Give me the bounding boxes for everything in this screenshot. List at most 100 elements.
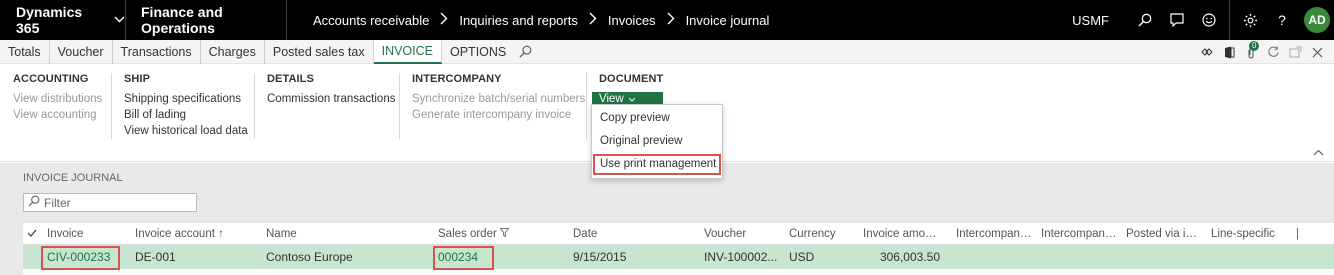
commission-transactions-button[interactable]: Commission transactions [267, 91, 395, 107]
column-header-truncated: | [1296, 227, 1299, 240]
column-header-invoice-account[interactable]: Invoice account ↑ [127, 228, 258, 240]
column-header-sales-order[interactable]: Sales order [434, 228, 565, 240]
highlight-box-invoice [41, 246, 120, 270]
attachments-icon[interactable]: 0 [1240, 40, 1262, 64]
invoice-amount-cell[interactable]: 306,003.50 [863, 250, 948, 264]
group-intercompany: INTERCOMPANY Synchronize batch/serial nu… [412, 73, 585, 123]
module-name: Finance and Operations [126, 0, 287, 40]
grid-header-row: Invoice Invoice account ↑ Name Sales ord… [23, 223, 1334, 245]
invoice-journal-grid: Invoice Invoice account ↑ Name Sales ord… [23, 223, 1334, 275]
app-switcher[interactable]: Dynamics 365 [0, 0, 126, 40]
chevron-right-icon [667, 12, 675, 29]
filter-placeholder: Filter [44, 195, 71, 210]
column-header-line-specific[interactable]: Line-specific [1203, 228, 1288, 240]
group-header: DETAILS [267, 73, 314, 85]
divider [111, 73, 112, 139]
menu-item-use-print-management[interactable]: Use print management [592, 153, 722, 176]
page-title: INVOICE JOURNAL [23, 172, 123, 184]
tab-invoice[interactable]: INVOICE [373, 39, 442, 64]
column-header-invoice-amount[interactable]: Invoice amount [863, 228, 948, 240]
column-header-currency[interactable]: Currency [781, 228, 863, 240]
divider [254, 73, 255, 139]
column-header-date[interactable]: Date [565, 228, 696, 240]
generate-intercompany-invoice-button[interactable]: Generate intercompany invoice [412, 107, 585, 123]
message-icon[interactable] [1161, 0, 1193, 40]
column-header-label: Invoice account [135, 227, 215, 240]
tab-totals[interactable]: Totals [0, 39, 50, 64]
tab-posted-sales-tax[interactable]: Posted sales tax [265, 39, 374, 64]
group-document: DOCUMENT View [592, 73, 664, 107]
bill-of-lading-button[interactable]: Bill of lading [124, 107, 248, 123]
divider [586, 73, 587, 139]
group-header: INTERCOMPANY [412, 73, 502, 85]
column-header-voucher[interactable]: Voucher [696, 228, 781, 240]
group-header: ACCOUNTING [13, 73, 89, 85]
filter-funnel-icon [499, 227, 510, 240]
column-header-intercompany-2[interactable]: Intercompany... [1033, 228, 1118, 240]
customer-name-cell[interactable]: Contoso Europe [258, 250, 434, 264]
synchronize-batch-serial-numbers-button[interactable]: Synchronize batch/serial numbers [412, 91, 585, 107]
view-historical-load-data-button[interactable]: View historical load data [124, 123, 248, 139]
action-pane-tabs: Totals Voucher Transactions Charges Post… [0, 39, 1334, 64]
breadcrumb-item[interactable]: Invoices [608, 13, 656, 28]
avatar[interactable]: AD [1304, 7, 1330, 33]
tab-charges[interactable]: Charges [201, 39, 265, 64]
column-header-invoice[interactable]: Invoice [41, 228, 127, 240]
view-accounting-button[interactable]: View accounting [13, 107, 102, 123]
date-cell[interactable]: 9/15/2015 [565, 250, 696, 264]
column-header-posted-via-intercompany[interactable]: Posted via int... [1118, 228, 1203, 240]
tab-options[interactable]: OPTIONS [442, 40, 514, 64]
breadcrumb: Accounts receivable Inquiries and report… [287, 0, 769, 40]
column-header-name[interactable]: Name [258, 228, 434, 240]
shipping-specifications-button[interactable]: Shipping specifications [124, 91, 248, 107]
notification-count-badge: 0 [1249, 41, 1260, 51]
currency-cell[interactable]: USD [781, 250, 863, 264]
topbar-actions: USMF ? AD [1072, 0, 1334, 40]
refresh-icon[interactable] [1262, 40, 1284, 64]
chevron-down-icon [628, 94, 636, 104]
column-header-label: Sales order [438, 227, 497, 240]
gear-icon[interactable] [1234, 0, 1266, 40]
connector-icon[interactable] [1196, 40, 1218, 64]
office-icon[interactable] [1218, 40, 1240, 64]
divider [1229, 0, 1230, 40]
group-header: SHIP [124, 73, 151, 85]
collapse-ribbon-icon[interactable] [1313, 148, 1324, 159]
menu-item-copy-preview[interactable]: Copy preview [592, 107, 722, 130]
tab-voucher[interactable]: Voucher [50, 39, 113, 64]
view-dropdown-menu: Copy preview Original preview Use print … [591, 104, 723, 179]
breadcrumb-item[interactable]: Accounts receivable [313, 13, 429, 28]
search-icon[interactable] [514, 40, 536, 64]
close-icon[interactable] [1306, 40, 1328, 64]
top-navigation-bar: Dynamics 365 Finance and Operations Acco… [0, 0, 1334, 40]
group-ship: SHIP Shipping specifications Bill of lad… [124, 73, 248, 139]
divider [399, 73, 400, 139]
select-all-checkbox[interactable] [23, 228, 41, 240]
chevron-down-icon [114, 14, 125, 26]
search-icon[interactable] [1129, 0, 1161, 40]
breadcrumb-item[interactable]: Invoice journal [686, 13, 770, 28]
group-details: DETAILS Commission transactions [267, 73, 395, 107]
company-picker[interactable]: USMF [1072, 13, 1109, 28]
group-accounting: ACCOUNTING View distributions View accou… [13, 73, 102, 123]
menu-item-original-preview[interactable]: Original preview [592, 130, 722, 153]
search-icon [28, 195, 40, 210]
column-header-intercompany-1[interactable]: Intercompany... [948, 228, 1033, 240]
invoice-account-cell[interactable]: DE-001 [127, 250, 258, 264]
group-header: DOCUMENT [599, 73, 664, 85]
breadcrumb-item[interactable]: Inquiries and reports [459, 13, 578, 28]
table-row[interactable]: CIV-000233 DE-001 Contoso Europe 000234 … [23, 245, 1334, 269]
highlight-box-sales-order [433, 246, 494, 270]
chevron-right-icon [440, 12, 448, 29]
tab-transactions[interactable]: Transactions [113, 39, 201, 64]
chevron-right-icon [589, 12, 597, 29]
sort-ascending-icon: ↑ [218, 227, 224, 240]
app-name: Dynamics 365 [16, 4, 83, 36]
help-icon[interactable]: ? [1266, 0, 1298, 40]
main-content: INVOICE JOURNAL Filter Invoice Invoice a… [0, 163, 1334, 275]
smiley-feedback-icon[interactable] [1193, 0, 1225, 40]
open-new-window-icon[interactable] [1284, 40, 1306, 64]
filter-input[interactable]: Filter [23, 193, 197, 212]
view-distributions-button[interactable]: View distributions [13, 91, 102, 107]
voucher-cell[interactable]: INV-100002... [696, 250, 781, 264]
